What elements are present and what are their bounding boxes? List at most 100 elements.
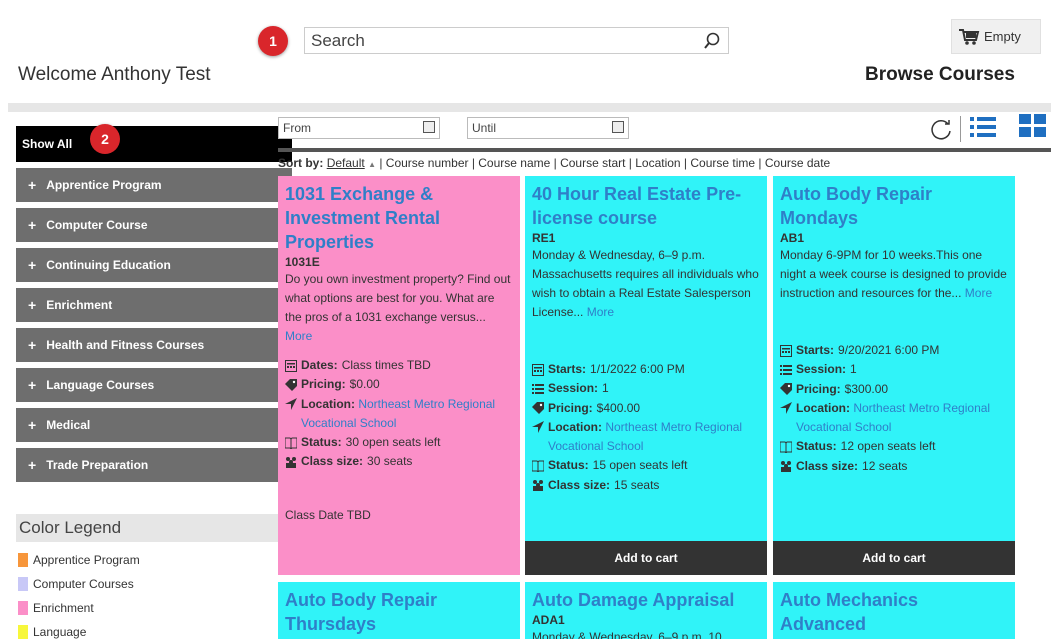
category-label: Trade Preparation <box>46 458 149 472</box>
list-numbered-icon <box>532 383 544 394</box>
legend-label: Language <box>33 625 87 639</box>
meta-value: 30 open seats left <box>345 435 441 450</box>
more-link[interactable]: More <box>965 286 992 300</box>
meta-key: Status: <box>548 458 589 473</box>
legend-swatch <box>18 553 28 567</box>
meta-value: $400.00 <box>596 400 641 415</box>
course-code: 1031E <box>285 255 320 269</box>
price-tag-icon <box>532 402 544 415</box>
meta-value: $0.00 <box>349 377 380 392</box>
cart-button[interactable]: Empty <box>951 19 1041 54</box>
meta-value: Class times TBD <box>341 358 431 372</box>
location-arrow-icon <box>780 401 792 414</box>
calendar-icon <box>532 363 544 376</box>
legend-item: Apprentice Program <box>16 548 282 572</box>
category-medical[interactable]: + Medical <box>16 408 292 442</box>
expand-icon: + <box>28 297 37 313</box>
course-card[interactable]: Auto Damage Appraisal ADA1 Monday & Wedn… <box>525 582 767 639</box>
meta-key: Status: <box>301 435 342 450</box>
category-trade-preparation[interactable]: + Trade Preparation <box>16 448 292 482</box>
legend-item: Computer Courses <box>16 572 282 596</box>
refresh-icon[interactable] <box>928 116 954 142</box>
until-date-input[interactable]: Until <box>467 117 629 139</box>
meta-key: Pricing: <box>796 381 841 396</box>
course-card[interactable]: Auto Body Repair Thursdays <box>278 582 520 639</box>
calendar-icon[interactable] <box>612 121 624 133</box>
category-continuing-education[interactable]: + Continuing Education <box>16 248 292 282</box>
meta-key: Starts: <box>796 343 835 357</box>
price-tag-icon <box>285 378 297 391</box>
category-label: Computer Course <box>46 218 148 232</box>
calendar-icon <box>285 359 297 372</box>
meta-key: Dates: <box>301 358 338 372</box>
legend-swatch <box>18 601 28 615</box>
sort-arrow-icon[interactable]: ▲ <box>368 160 376 169</box>
legend-swatch <box>18 625 28 639</box>
course-description: Monday & Wednesday, 6–9 p.m. 10 <box>532 630 722 639</box>
calendar-icon <box>780 344 792 357</box>
expand-icon: + <box>28 377 37 393</box>
meta-key: Class size: <box>548 477 611 492</box>
legend-item: Enrichment <box>16 596 282 620</box>
category-computer-course[interactable]: + Computer Course <box>16 208 292 242</box>
course-title[interactable]: Auto Body Repair Thursdays <box>285 588 513 636</box>
legend-label: Computer Courses <box>33 577 134 591</box>
meta-key: Location: <box>548 419 602 434</box>
list-numbered-icon <box>780 364 792 375</box>
search-box[interactable] <box>304 27 729 54</box>
category-label: Enrichment <box>46 298 113 312</box>
color-legend: Color Legend Apprentice Program Computer… <box>16 514 282 639</box>
search-icon[interactable] <box>702 31 722 51</box>
add-to-cart-button[interactable]: Add to cart <box>525 541 767 575</box>
from-date-input[interactable]: From <box>278 117 440 139</box>
meta-value: 15 seats <box>614 477 660 492</box>
category-language-courses[interactable]: + Language Courses <box>16 368 292 402</box>
sort-options[interactable]: | Course number | Course name | Course s… <box>379 156 830 170</box>
location-arrow-icon <box>285 397 297 410</box>
course-meta: Starts: 1/1/2022 6:00 PM Session: 1 Pricin… <box>532 360 760 495</box>
course-description: Monday 6-9PM for 10 weeks.This one night… <box>780 246 1008 303</box>
group-icon <box>533 480 543 492</box>
meta-key: Pricing: <box>548 400 593 415</box>
course-card[interactable]: 40 Hour Real Estate Pre-license course R… <box>525 176 767 575</box>
sort-default-link[interactable]: Default <box>327 156 365 170</box>
meta-value: 1 <box>850 362 857 377</box>
category-label: Continuing Education <box>46 258 171 272</box>
category-health-fitness[interactable]: + Health and Fitness Courses <box>16 328 292 362</box>
expand-icon: + <box>28 177 37 193</box>
show-all-button[interactable]: Show All <box>16 126 292 162</box>
toolbar-separator <box>960 116 961 142</box>
meta-key: Class size: <box>301 454 364 469</box>
until-date-placeholder: Until <box>472 121 497 135</box>
course-card[interactable]: 1031 Exchange & Investment Rental Proper… <box>278 176 520 575</box>
meta-key: Session: <box>548 381 599 396</box>
legend-item: Language <box>16 620 282 639</box>
expand-icon: + <box>28 417 37 433</box>
grid-view-icon[interactable] <box>1019 114 1047 138</box>
more-link[interactable]: More <box>587 305 614 319</box>
category-enrichment[interactable]: + Enrichment <box>16 288 292 322</box>
meta-key: Class size: <box>796 458 859 473</box>
category-apprentice-program[interactable]: + Apprentice Program <box>16 168 292 202</box>
legend-label: Apprentice Program <box>33 553 140 567</box>
add-to-cart-button[interactable]: Add to cart <box>773 541 1015 575</box>
more-link[interactable]: More <box>285 329 312 343</box>
list-view-icon[interactable] <box>970 116 996 138</box>
callout-marker-1: 1 <box>258 26 288 56</box>
course-card[interactable]: Auto Mechanics Advanced <box>773 582 1015 639</box>
course-title[interactable]: 1031 Exchange & Investment Rental Proper… <box>285 182 513 254</box>
course-title[interactable]: Auto Damage Appraisal <box>532 588 760 612</box>
calendar-icon[interactable] <box>423 121 435 133</box>
welcome-message: Welcome Anthony Test <box>18 64 211 85</box>
course-card[interactable]: Auto Body Repair Mondays AB1 Monday 6-9P… <box>773 176 1015 575</box>
course-title[interactable]: Auto Body Repair Mondays <box>780 182 1008 230</box>
expand-icon: + <box>28 337 37 353</box>
callout-marker-2: 2 <box>90 124 120 154</box>
meta-value: $300.00 <box>844 381 889 396</box>
course-title[interactable]: 40 Hour Real Estate Pre-license course <box>532 182 760 230</box>
meta-value: 12 open seats left <box>840 439 936 454</box>
course-title[interactable]: Auto Mechanics Advanced <box>780 588 1008 636</box>
category-label: Medical <box>46 418 91 432</box>
search-input[interactable] <box>305 28 695 53</box>
header-divider <box>8 103 1051 112</box>
